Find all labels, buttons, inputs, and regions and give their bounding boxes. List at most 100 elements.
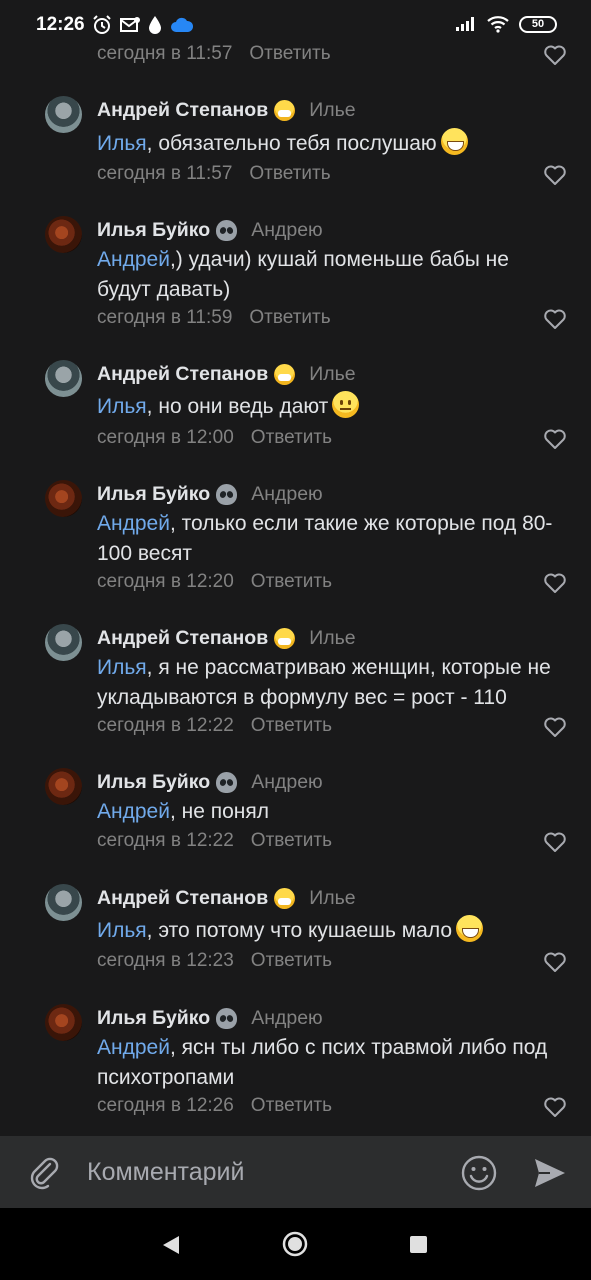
reply-to[interactable]: Андрею [251, 771, 322, 794]
reply-button[interactable]: Ответить [251, 830, 332, 851]
grin-emoji-icon [440, 128, 468, 155]
reply-to[interactable]: Андрею [251, 219, 322, 242]
alien-emoji-icon [216, 772, 238, 793]
author-name[interactable]: Илья Буйко [97, 483, 210, 506]
avatar[interactable] [45, 360, 82, 397]
author-name[interactable]: Андрей Степанов [97, 99, 268, 122]
comment-meta: сегодня в 12:22 Ответить [97, 830, 332, 852]
avatar[interactable] [45, 480, 82, 517]
comment-header: Илья Буйко Андрею [97, 771, 323, 794]
reply-to[interactable]: Илье [309, 363, 355, 386]
heart-icon[interactable] [543, 44, 567, 66]
comment-time: сегодня в 12:26 [97, 1095, 234, 1116]
comment-header: Илья Буйко Андрею [97, 1007, 323, 1030]
recents-icon[interactable] [410, 1236, 427, 1253]
comment-body: , не понял [169, 800, 270, 823]
avatar[interactable] [45, 1004, 82, 1041]
smile-icon[interactable] [460, 1154, 498, 1192]
battery-level: 50 [531, 18, 545, 30]
comment-time: сегодня в 12:00 [97, 427, 234, 448]
comment-header: Андрей Степанов Илье [97, 363, 356, 386]
avatar[interactable] [45, 216, 82, 253]
reply-to[interactable]: Андрею [251, 483, 322, 506]
author-name[interactable]: Андрей Степанов [97, 887, 268, 910]
avatar[interactable] [45, 624, 82, 661]
author-name[interactable]: Илья Буйко [97, 771, 210, 794]
heart-icon[interactable] [543, 716, 567, 738]
mask-emoji-icon [274, 100, 296, 121]
comment-body: , но они ведь дают [146, 395, 329, 418]
mention-link[interactable]: Андрей [97, 1036, 170, 1059]
avatar[interactable] [45, 96, 82, 133]
avatar[interactable] [45, 768, 82, 805]
comment-text: Илья, я не рассматриваю женщин, которые … [97, 653, 567, 712]
comment-header: Илья Буйко Андрею [97, 483, 323, 506]
paperclip-icon[interactable] [26, 1154, 62, 1190]
comment-text: Андрей, только если такие же которые под… [97, 509, 567, 568]
mention-link[interactable]: Илья [97, 395, 147, 418]
back-icon[interactable] [161, 1235, 181, 1255]
send-icon[interactable] [532, 1156, 568, 1190]
comment-meta: сегодня в 12:23 Ответить [97, 950, 332, 972]
comment-body: , обязательно тебя послушаю [146, 132, 437, 155]
reply-button[interactable]: Ответить [249, 307, 330, 328]
comment-meta: сегодня в 12:22 Ответить [97, 715, 332, 737]
avatar[interactable] [45, 884, 82, 921]
heart-icon[interactable] [543, 951, 567, 973]
reply-to[interactable]: Илье [309, 887, 355, 910]
comment-body: , это потому что кушаешь мало [146, 919, 453, 942]
comment-meta: сегодня в 11:57 Ответить [97, 43, 331, 65]
mention-link[interactable]: Илья [97, 919, 147, 942]
reply-button[interactable]: Ответить [251, 427, 332, 448]
comments-feed[interactable]: сегодня в 11:57 Ответить Андрей Степанов … [0, 30, 591, 1136]
mask-emoji-icon [274, 364, 296, 385]
neutral-emoji-icon [332, 391, 360, 418]
mask-emoji-icon [274, 628, 296, 649]
heart-icon[interactable] [543, 1096, 567, 1118]
comment-text: Андрей, ясн ты либо с псих травмой либо … [97, 1033, 567, 1092]
heart-icon[interactable] [543, 308, 567, 330]
alien-emoji-icon [216, 1008, 238, 1029]
comment-meta: сегодня в 12:00 Ответить [97, 427, 332, 449]
reply-button[interactable]: Ответить [251, 1095, 332, 1116]
mention-link[interactable]: Андрей [97, 248, 170, 271]
author-name[interactable]: Андрей Степанов [97, 363, 268, 386]
comment-text: Илья, обязательно тебя послушаю [97, 128, 567, 159]
reply-button[interactable]: Ответить [249, 163, 330, 184]
comment-meta: сегодня в 12:20 Ответить [97, 571, 332, 593]
mention-link[interactable]: Илья [97, 656, 147, 679]
heart-icon[interactable] [543, 831, 567, 853]
reply-button[interactable]: Ответить [251, 950, 332, 971]
comment-text: Илья, но они ведь дают [97, 391, 567, 422]
comment-input-bar: Комментарий [0, 1136, 591, 1208]
mention-link[interactable]: Илья [97, 132, 147, 155]
comment-header: Андрей Степанов Илье [97, 627, 356, 650]
comment-text: Андрей,) удачи) кушай поменьше бабы не б… [97, 245, 567, 304]
reply-to[interactable]: Илье [309, 627, 355, 650]
comment-time: сегодня в 11:59 [97, 307, 233, 328]
comment-text: Илья, это потому что кушаешь мало [97, 915, 567, 946]
reply-to[interactable]: Андрею [251, 1007, 322, 1030]
mention-link[interactable]: Андрей [97, 512, 170, 535]
comment-header: Илья Буйко Андрею [97, 219, 323, 242]
reply-to[interactable]: Илье [309, 99, 355, 122]
author-name[interactable]: Илья Буйко [97, 1007, 210, 1030]
author-name[interactable]: Андрей Степанов [97, 627, 268, 650]
comment-text: Андрей, не понял [97, 797, 567, 827]
home-icon[interactable] [282, 1231, 308, 1257]
alien-emoji-icon [216, 220, 238, 241]
heart-icon[interactable] [543, 428, 567, 450]
comment-time: сегодня в 11:57 [97, 43, 233, 64]
author-name[interactable]: Илья Буйко [97, 219, 210, 242]
heart-icon[interactable] [543, 164, 567, 186]
comment-meta: сегодня в 12:26 Ответить [97, 1095, 332, 1117]
comment-meta: сегодня в 11:57 Ответить [97, 163, 331, 185]
comment-time: сегодня в 12:22 [97, 830, 234, 851]
heart-icon[interactable] [543, 572, 567, 594]
comment-input[interactable]: Комментарий [87, 1158, 244, 1187]
reply-button[interactable]: Ответить [249, 43, 330, 64]
reply-button[interactable]: Ответить [251, 715, 332, 736]
comment-meta: сегодня в 11:59 Ответить [97, 307, 331, 329]
mention-link[interactable]: Андрей [97, 800, 170, 823]
reply-button[interactable]: Ответить [251, 571, 332, 592]
